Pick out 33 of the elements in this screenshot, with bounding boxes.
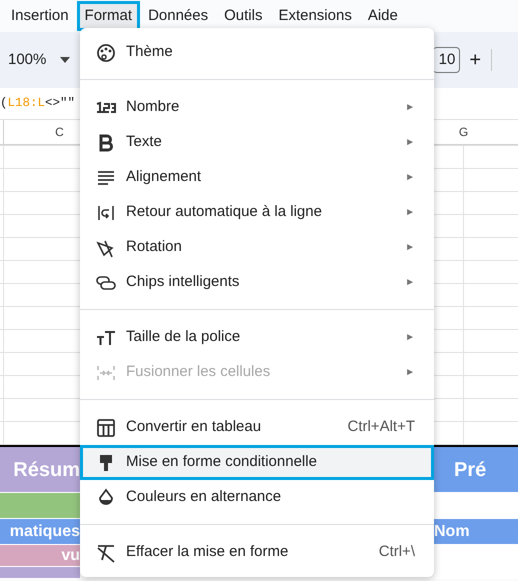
menu-item[interactable]: Mise en forme conditionnelle (80, 445, 434, 480)
menu-item[interactable]: Taille de la police ► (80, 320, 434, 355)
submenu-arrow: ► (405, 171, 415, 185)
increase-font-button[interactable]: + (469, 45, 481, 75)
submenu-arrow: ► (405, 206, 415, 220)
menu-item[interactable]: Convertir en tableau Ctrl+Alt+T (80, 410, 434, 445)
palette-icon (95, 42, 117, 62)
clear-format-icon (95, 542, 117, 562)
shortcut-text: Ctrl+\ (378, 542, 415, 562)
submenu-arrow: ► (405, 101, 415, 115)
menu-item[interactable]: Chips intelligents ► (80, 265, 434, 300)
submenu-arrow: ► (405, 366, 415, 380)
menu-item[interactable]: Thème (80, 35, 434, 70)
menu-tab[interactable]: Insertion (3, 1, 77, 31)
caret-icon[interactable] (60, 57, 70, 63)
sheet-cell: vu (0, 545, 80, 566)
menu-item[interactable]: Rotation ► (80, 230, 434, 265)
menu-item[interactable]: Retour automatique à la ligne ► (80, 195, 434, 230)
submenu-arrow: ► (405, 241, 415, 255)
table-icon (95, 418, 117, 438)
zoom-select[interactable]: 100% (8, 48, 46, 72)
formula-text: (L18:L<>"" (0, 95, 76, 112)
menu-tab[interactable]: Aide (360, 1, 406, 31)
menu-item[interactable]: Alignement ► (80, 160, 434, 195)
menu-tab[interactable]: Outils (216, 1, 270, 31)
submenu-arrow: ► (405, 331, 415, 345)
menu-tab[interactable]: Format (76, 1, 140, 31)
menu-tab[interactable]: Données (140, 1, 216, 31)
shortcut-text: Ctrl+Alt+T (347, 417, 415, 438)
submenu-arrow: ► (405, 276, 415, 290)
sheet-cell: matiques (0, 519, 80, 544)
sheet-cell: Résum (0, 447, 80, 492)
menu-tab[interactable]: Extensions (270, 1, 360, 31)
